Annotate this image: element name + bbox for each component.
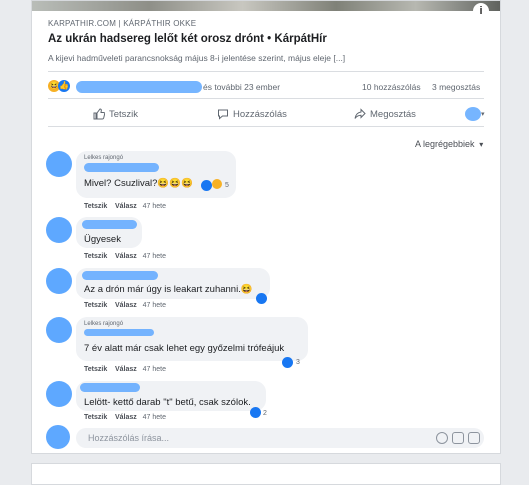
like-label: Tetszik [109, 109, 139, 120]
comment-text: 7 év alatt már csak lehet egy győzelmi t… [84, 343, 285, 354]
comment-text: Mivel? Csuzlival?😆😆😆 [84, 178, 193, 189]
sort-label: A legrégebbiek [415, 139, 475, 149]
avatar[interactable] [46, 217, 72, 243]
comment-time[interactable]: 47 hete [143, 253, 166, 260]
share-button[interactable]: Megosztás [354, 108, 416, 120]
info-icon[interactable]: i [473, 3, 489, 19]
like-icon [201, 180, 212, 191]
comment-like-link[interactable]: Tetszik [84, 253, 107, 260]
reaction-count[interactable]: 3 [296, 359, 300, 366]
link-headline[interactable]: Az ukrán hadsereg lelőt két orosz drónt … [48, 33, 327, 45]
haha-icon [212, 179, 222, 189]
link-excerpt: A kijevi hadműveleti parancsnokság május… [48, 53, 346, 63]
comment-reply-link[interactable]: Válasz [115, 203, 137, 210]
avatar[interactable] [46, 317, 72, 343]
comment-time[interactable]: 47 hete [143, 366, 166, 373]
sticker-icon[interactable] [468, 432, 480, 444]
comment-actions: Tetszik Válasz 47 hete [84, 414, 166, 421]
next-post-card [31, 463, 501, 485]
avatar [46, 425, 70, 449]
redacted-avatar[interactable] [465, 107, 481, 121]
comment-label: Hozzászólás [233, 109, 287, 120]
comment-input[interactable]: Hozzászólás írása... [76, 428, 484, 448]
camera-icon[interactable] [452, 432, 464, 444]
post-card: i KARPATHIR.COM | KÁRPÁTHIR OKKE Az ukrá… [31, 0, 501, 454]
emoji-icon[interactable] [436, 432, 448, 444]
like-icon [282, 357, 293, 368]
comments-count[interactable]: 10 hozzászólás [362, 82, 421, 92]
reaction-count[interactable]: 2 [263, 410, 267, 417]
like-icon [250, 407, 261, 418]
fan-badge: Lelkes rajongó [84, 155, 124, 161]
comment-time[interactable]: 47 hete [143, 414, 166, 421]
divider [48, 126, 484, 127]
comment-button[interactable]: Hozzászólás [218, 109, 287, 120]
chevron-down-icon[interactable]: ▾ [481, 110, 485, 118]
chevron-down-icon: ▾ [477, 140, 484, 149]
post-image-strip[interactable] [32, 1, 500, 11]
sort-dropdown[interactable]: A legrégebbiek ▾ [415, 139, 483, 149]
reaction-count[interactable]: 5 [225, 182, 229, 189]
comment-placeholder: Hozzászólás írása... [88, 433, 170, 443]
comment-like-link[interactable]: Tetszik [84, 302, 107, 309]
comment-like-link[interactable]: Tetszik [84, 366, 107, 373]
comment-text: Ügyesek [84, 234, 121, 245]
comment-text: Az a drón már úgy is leakart zuhanni.😆 [84, 284, 253, 295]
shares-count[interactable]: 3 megosztás [432, 82, 480, 92]
like-icon [256, 293, 267, 304]
avatar[interactable] [46, 268, 72, 294]
share-icon [354, 108, 366, 119]
comment-reply-link[interactable]: Válasz [115, 302, 137, 309]
comment-reply-link[interactable]: Válasz [115, 253, 137, 260]
thumb-up-icon [93, 108, 105, 120]
redacted-name[interactable] [84, 329, 154, 336]
avatar[interactable] [46, 151, 72, 177]
redacted-name[interactable] [84, 163, 159, 172]
redacted-names [76, 81, 202, 93]
redacted-name[interactable] [82, 220, 137, 229]
comment-text: Lelött- kettő darab "t" betű, csak szólo… [84, 397, 251, 408]
comment-actions: Tetszik Válasz 47 hete [84, 253, 166, 260]
comment-icon [218, 109, 228, 120]
like-button[interactable]: Tetszik [93, 108, 139, 120]
like-icon: 👍 [58, 80, 70, 92]
share-label: Megosztás [370, 109, 416, 120]
comment-actions: Tetszik Válasz 47 hete [84, 366, 166, 373]
comment-time[interactable]: 47 hete [143, 203, 166, 210]
fan-badge: Lelkes rajongó [84, 321, 124, 327]
redacted-name[interactable] [80, 383, 140, 392]
comment-reply-link[interactable]: Válasz [115, 414, 137, 421]
comment-like-link[interactable]: Tetszik [84, 203, 107, 210]
comment-actions: Tetszik Válasz 47 hete [84, 302, 166, 309]
comment-time[interactable]: 47 hete [143, 302, 166, 309]
redacted-name[interactable] [82, 271, 158, 280]
link-source: KARPATHIR.COM | KÁRPÁTHIR OKKE [48, 19, 197, 28]
avatar[interactable] [46, 381, 72, 407]
comment-like-link[interactable]: Tetszik [84, 414, 107, 421]
divider [48, 71, 484, 72]
comment-reply-link[interactable]: Válasz [115, 366, 137, 373]
reactions-summary[interactable]: és további 23 ember [203, 82, 280, 92]
divider [48, 98, 484, 99]
comment-actions: Tetszik Válasz 47 hete [84, 203, 166, 210]
